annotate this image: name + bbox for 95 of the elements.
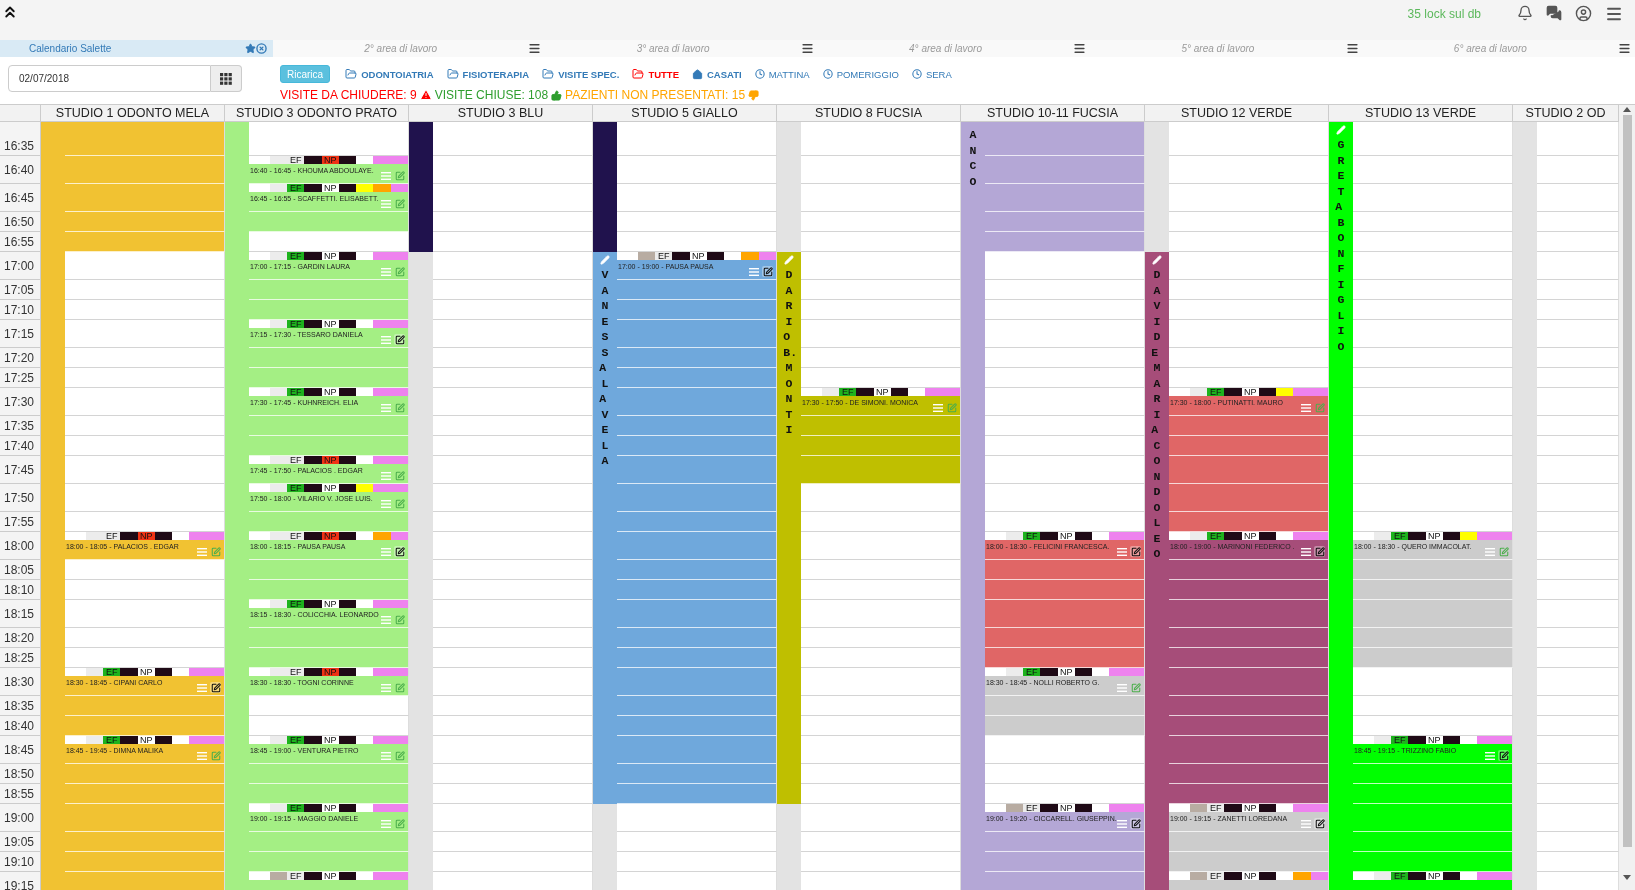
column-header: STUDIO 3 ODONTO PRATO [225,105,409,122]
np-badge[interactable]: NP [137,668,155,676]
stat-text: VISITE CHIUSE: 108 [434,88,549,102]
np-badge[interactable]: NP [321,320,339,328]
np-badge[interactable]: NP [1241,532,1259,540]
date-field[interactable]: 02/07/2018 [8,65,211,92]
filter-label: CASATI [707,68,742,80]
ef-badge[interactable]: EF [287,252,305,260]
ef-badge[interactable]: EF [287,484,305,492]
stat-text: PAZIENTI NON PRESENTATI: 15 [565,88,746,102]
ef-badge[interactable]: EF [287,184,305,192]
ef-badge[interactable]: EF [1023,668,1041,676]
np-badge[interactable]: NP [1241,872,1259,880]
filter-link[interactable]: MATTINA [754,68,810,80]
ef-badge[interactable]: EF [103,736,121,744]
ef-badge[interactable]: EF [287,320,305,328]
filter-link[interactable]: POMERIGGIO [822,68,899,80]
np-badge[interactable]: NP [1057,804,1075,812]
np-badge[interactable]: NP [1241,804,1259,812]
ef-badge[interactable]: EF [1207,804,1225,812]
operator-name: VANESSA LA VELA [599,267,610,469]
filter-label: VISITE SPEC. [558,68,620,80]
np-badge[interactable]: NP [689,252,707,260]
column-header: STUDIO 2 OD [1513,105,1619,122]
appointment-slot[interactable]: EF NP [1353,872,1513,890]
filter-label: FISIOTERAPIA [462,68,530,80]
stat-text: VISITE DA CHIUDERE: 9 [280,88,417,102]
ef-badge[interactable]: EF [1391,736,1409,744]
ef-badge[interactable]: EF [287,532,305,540]
operator-name: DAVIDE MARIA CONDOLEO [1151,267,1162,562]
filter-link[interactable]: FISIOTERAPIA [446,68,530,80]
ef-badge[interactable]: EF [287,156,305,164]
ef-badge[interactable]: EF [1023,804,1041,812]
column-header: STUDIO 10-11 FUCSIA [961,105,1145,122]
filter-label: ODONTOIATRIA [361,68,434,80]
ef-badge[interactable]: EF [287,456,305,464]
np-badge[interactable]: NP [1057,532,1075,540]
column-header: STUDIO 8 FUCSIA [777,105,961,122]
np-badge[interactable]: NP [321,388,339,396]
ef-badge[interactable]: EF [287,668,305,676]
column-header: STUDIO 12 VERDE [1145,105,1329,122]
ef-badge[interactable]: EF [1391,872,1409,880]
filter-label: POMERIGGIO [836,68,899,80]
appointment-slot[interactable]: EF NP [1169,872,1329,890]
np-badge[interactable]: NP [321,484,339,492]
ef-badge[interactable]: EF [839,388,857,396]
filter-link[interactable]: ODONTOIATRIA [345,68,434,80]
ef-badge[interactable]: EF [287,804,305,812]
filter-link[interactable]: SERA [911,68,952,80]
ef-badge[interactable]: EF [1207,872,1225,880]
np-badge[interactable]: NP [321,736,339,744]
np-badge[interactable]: NP [137,736,155,744]
filter-label: MATTINA [768,68,810,80]
np-badge[interactable]: NP [321,184,339,192]
column-header: STUDIO 13 VERDE [1329,105,1513,122]
column-header: STUDIO 1 ODONTO MELA [41,105,225,122]
column-header: STUDIO 5 GIALLO [593,105,777,122]
ef-badge[interactable]: EF [287,872,305,880]
ef-badge[interactable]: EF [287,736,305,744]
operator-name: GRETA BONFIGLIO [1335,137,1346,354]
np-badge[interactable]: NP [873,388,891,396]
np-badge[interactable]: NP [321,532,339,540]
column-header: STUDIO 3 BLU [409,105,593,122]
np-badge[interactable]: NP [1425,736,1443,744]
ef-badge[interactable]: EF [1207,532,1225,540]
filter-link[interactable]: CASATI [692,68,742,80]
filter-link[interactable]: TUTTE [632,68,679,80]
np-badge[interactable]: NP [321,872,339,880]
workspace-tab[interactable]: Calendario Salette [0,40,273,57]
operator-name: DARIO B. MONTI [783,267,795,438]
np-badge[interactable]: NP [1241,388,1259,396]
ef-badge[interactable]: EF [287,600,305,608]
np-badge[interactable]: NP [1057,668,1075,676]
ef-badge[interactable]: EF [1023,532,1041,540]
np-badge[interactable]: NP [321,804,339,812]
np-badge[interactable]: NP [137,532,155,540]
ef-badge[interactable]: EF [287,388,305,396]
operator-name: ANCO [968,127,978,189]
ef-badge[interactable]: EF [1391,532,1409,540]
np-badge[interactable]: NP [1425,872,1443,880]
np-badge[interactable]: NP [321,156,339,164]
np-badge[interactable]: NP [1425,532,1443,540]
filter-label: TUTTE [648,68,679,80]
ef-badge[interactable]: EF [655,252,673,260]
np-badge[interactable]: NP [321,668,339,676]
filter-link[interactable]: VISITE SPEC. [542,68,620,80]
ef-badge[interactable]: EF [103,532,121,540]
filter-label: SERA [925,68,952,80]
appointment-slot[interactable]: EF NP [249,872,409,890]
np-badge[interactable]: NP [321,456,339,464]
lock-status: 35 lock sul db [1407,7,1481,21]
np-badge[interactable]: NP [321,252,339,260]
ef-badge[interactable]: EF [103,668,121,676]
np-badge[interactable]: NP [321,600,339,608]
ef-badge[interactable]: EF [1207,388,1225,396]
